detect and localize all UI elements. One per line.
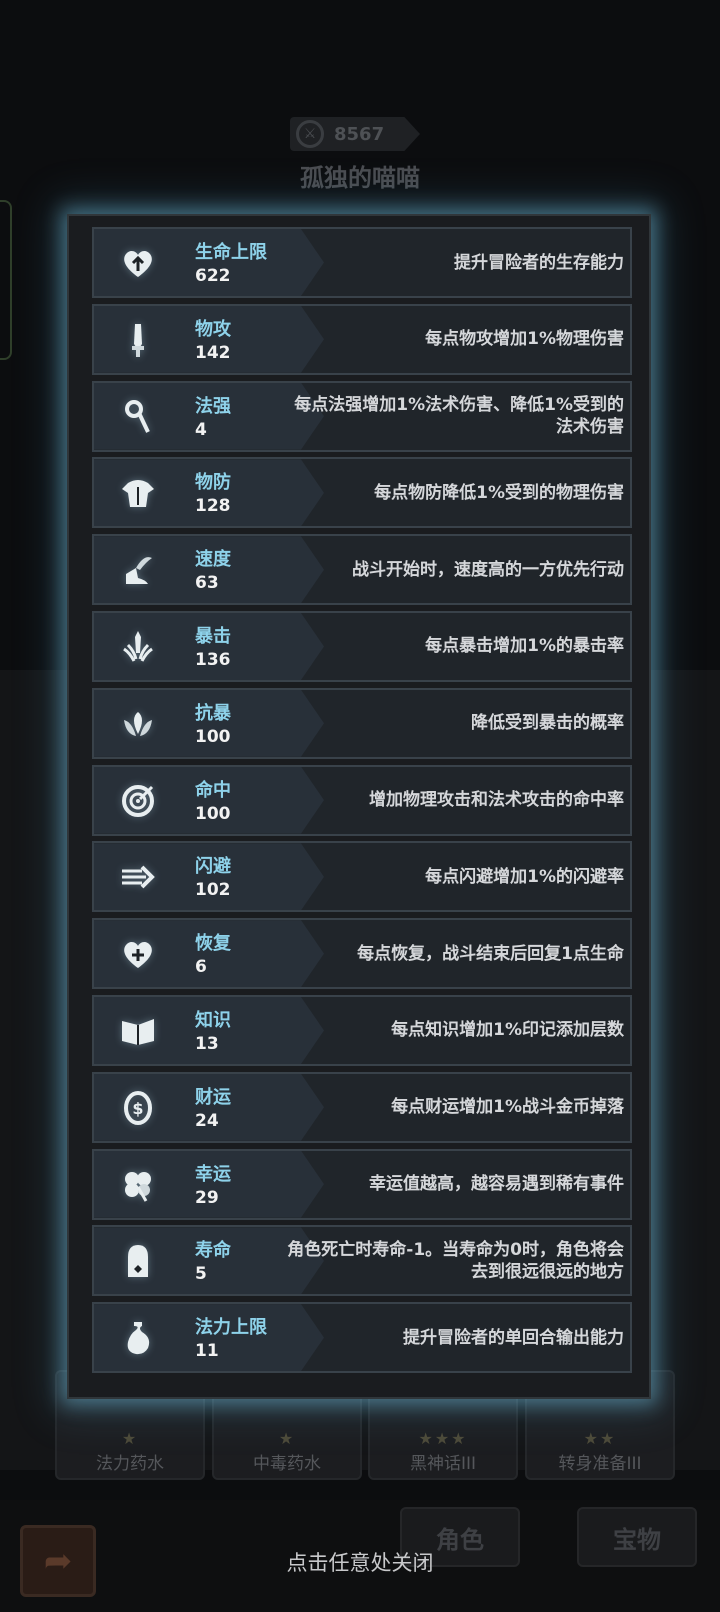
stat-row: 闪避 102 每点闪避增加1%的闪避率: [92, 841, 632, 913]
stat-value: 24: [195, 1110, 219, 1131]
stat-name: 财运: [195, 1086, 231, 1108]
staff-icon: [116, 395, 160, 439]
stat-name: 物攻: [195, 318, 231, 340]
stat-value: 100: [195, 726, 231, 747]
stat-description: 每点闪避增加1%的闪避率: [425, 866, 624, 887]
stat-value: 29: [195, 1187, 219, 1208]
stat-name: 幸运: [195, 1163, 231, 1185]
stat-name: 闪避: [195, 856, 231, 878]
heart-plus-icon: [116, 932, 160, 976]
stat-name: 速度: [195, 549, 231, 571]
stat-name: 法强: [195, 395, 231, 417]
mana-flask-icon: [116, 1316, 160, 1360]
stat-value: 102: [195, 880, 231, 901]
stat-name: 寿命: [195, 1240, 231, 1262]
stat-name: 抗暴: [195, 702, 231, 724]
stat-value: 11: [195, 1341, 219, 1362]
stat-row: 命中 100 增加物理攻击和法术攻击的命中率: [92, 764, 632, 836]
stat-row: 生命上限 622 提升冒险者的生存能力: [92, 227, 632, 298]
book-icon: [116, 1009, 160, 1053]
stat-value: 63: [195, 573, 219, 594]
stat-name: 暴击: [195, 625, 231, 647]
coin-icon: $: [116, 1086, 160, 1130]
stat-value: 5: [195, 1264, 207, 1285]
stat-description: 角色死亡时寿命-1。当寿命为0时，角色将会去到很远很远的地方: [287, 1239, 624, 1282]
stat-description: 每点物防降低1%受到的物理伤害: [374, 482, 624, 503]
card-name: 转身准备III: [558, 1454, 642, 1474]
target-icon: [116, 779, 160, 823]
stat-row: 恢复 6 每点恢复，战斗结束后回复1点生命: [92, 918, 632, 990]
stat-row: 物防 128 每点物防降低1%受到的物理伤害: [92, 457, 632, 529]
power-badge: ⚔ 8567: [290, 117, 420, 151]
stat-description: 每点恢复，战斗结束后回复1点生命: [357, 943, 624, 964]
heart-up-icon: [116, 241, 160, 285]
stat-row: 法力上限 11 提升冒险者的单回合输出能力: [92, 1302, 632, 1374]
stat-row: 速度 63 战斗开始时，速度高的一方优先行动: [92, 534, 632, 606]
card-name: 中毒药水: [253, 1454, 321, 1474]
close-hint[interactable]: 点击任意处关闭: [0, 1547, 720, 1577]
power-value: 8567: [334, 123, 385, 145]
stat-description: 每点物攻增加1%物理伤害: [425, 329, 624, 350]
stat-name: 命中: [195, 779, 231, 801]
armor-icon: [116, 471, 160, 515]
stat-description: 每点知识增加1%印记添加层数: [391, 1020, 624, 1041]
stats-panel: 生命上限 622 提升冒险者的生存能力物攻 142 每点物攻增加1%物理伤害法强 4 每点法…: [67, 214, 651, 1399]
stat-description: 降低受到暴击的概率: [471, 713, 624, 734]
crit-resist-icon: [116, 702, 160, 746]
stat-description: 增加物理攻击和法术攻击的命中率: [369, 790, 624, 811]
stat-name: 法力上限: [195, 1317, 267, 1339]
dodge-icon: [116, 855, 160, 899]
stat-value: 6: [195, 957, 207, 978]
tombstone-icon: [116, 1239, 160, 1283]
crit-icon: [116, 625, 160, 669]
stat-description: 每点暴击增加1%的暴击率: [425, 636, 624, 657]
stat-row: 幸运 29 幸运值越高，越容易遇到稀有事件: [92, 1148, 632, 1220]
stat-description: 战斗开始时，速度高的一方优先行动: [352, 559, 624, 580]
power-icon: ⚔: [296, 120, 324, 148]
card-name: 法力药水: [96, 1454, 164, 1474]
stat-value: 100: [195, 803, 231, 824]
stat-description: 每点法强增加1%法术伤害、降低1%受到的法术伤害: [294, 395, 624, 438]
player-name: 孤独的喵喵: [300, 164, 420, 192]
stat-row: 暴击 136 每点暴击增加1%的暴击率: [92, 610, 632, 682]
stat-name: 知识: [195, 1009, 231, 1031]
stat-description: 幸运值越高，越容易遇到稀有事件: [369, 1174, 624, 1195]
winged-boot-icon: [116, 548, 160, 592]
stat-value: 136: [195, 649, 231, 670]
stat-row: 寿命 5 角色死亡时寿命-1。当寿命为0时，角色将会去到很远很远的地方: [92, 1225, 632, 1297]
stat-description: 每点财运增加1%战斗金币掉落: [391, 1097, 624, 1118]
stat-value: 622: [195, 266, 231, 286]
stat-row: 抗暴 100 降低受到暴击的概率: [92, 687, 632, 759]
stat-name: 物防: [195, 472, 231, 494]
svg-text:$: $: [132, 1099, 143, 1118]
sword-icon: [116, 318, 160, 362]
stat-description: 提升冒险者的单回合输出能力: [403, 1327, 624, 1348]
card-stars: ★★★: [418, 1429, 468, 1448]
stat-row: 知识 13 每点知识增加1%印记添加层数: [92, 994, 632, 1066]
stat-row: 法强 4 每点法强增加1%法术伤害、降低1%受到的法术伤害: [92, 380, 632, 452]
stat-value: 4: [195, 419, 207, 440]
stat-value: 128: [195, 496, 231, 517]
stat-row: 物攻 142 每点物攻增加1%物理伤害: [92, 303, 632, 375]
card-stars: ★★: [583, 1429, 617, 1448]
stat-description: 提升冒险者的生存能力: [454, 252, 624, 273]
stat-value: 13: [195, 1033, 219, 1054]
stat-name: 恢复: [195, 933, 231, 955]
stat-name: 生命上限: [195, 242, 267, 263]
clover-icon: [116, 1163, 160, 1207]
card-stars: ★: [121, 1429, 139, 1448]
card-stars: ★: [278, 1429, 296, 1448]
stat-row: $ 财运 24 每点财运增加1%战斗金币掉落: [92, 1071, 632, 1143]
side-tab: [0, 200, 12, 360]
stat-value: 142: [195, 342, 231, 363]
card-name: 黑神话III: [409, 1454, 477, 1474]
